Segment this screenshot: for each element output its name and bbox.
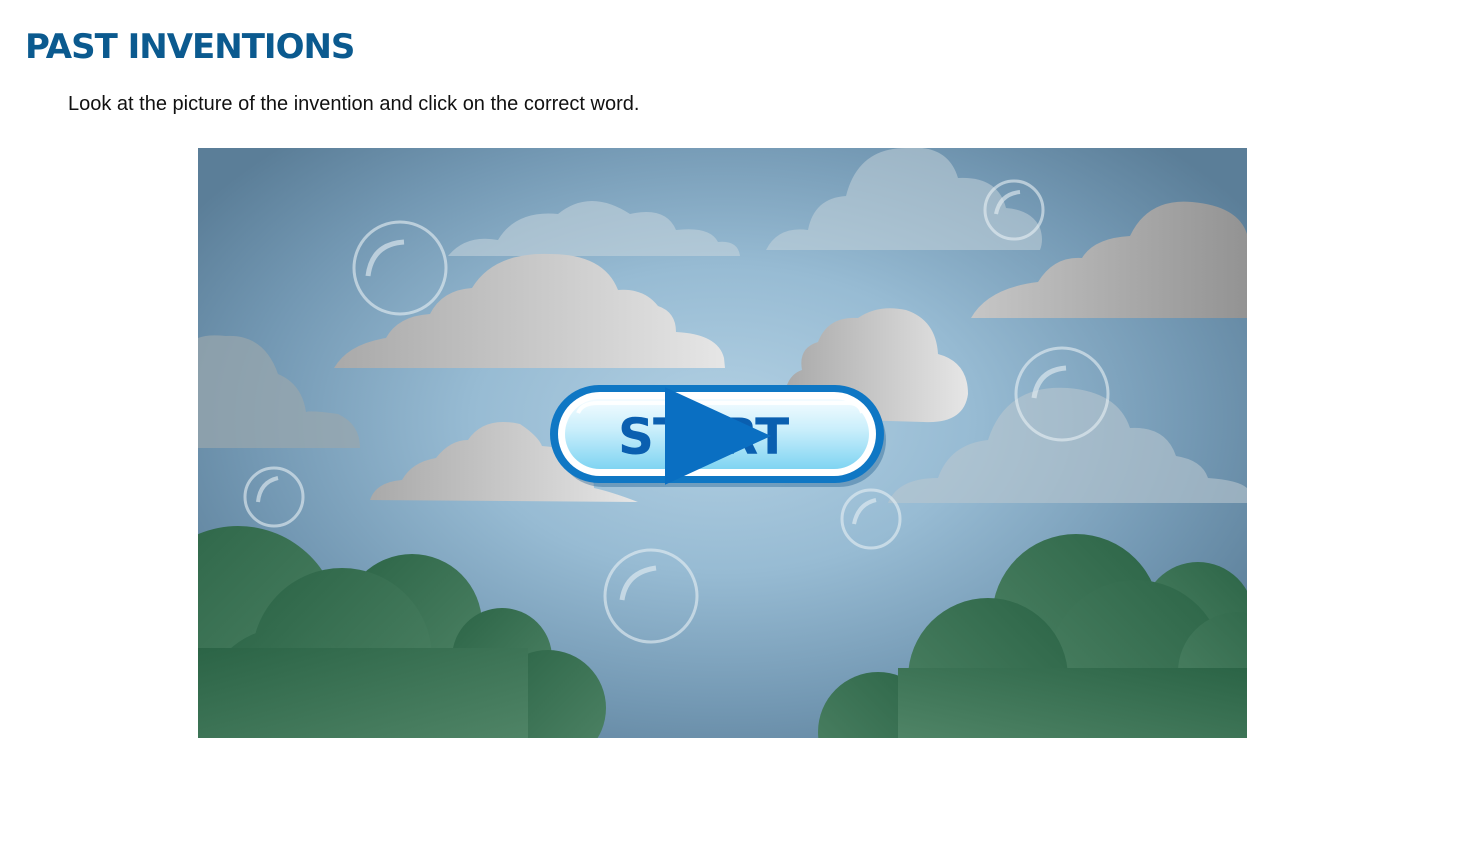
page-title: PAST INVENTIONS	[25, 27, 355, 67]
play-icon	[665, 387, 771, 485]
cloud-top-left	[448, 201, 740, 256]
trees-left	[198, 526, 606, 738]
game-stage: START	[198, 148, 1247, 738]
trees-right	[818, 534, 1247, 738]
instructions-text: Look at the picture of the invention and…	[68, 93, 640, 115]
start-button[interactable]: START	[548, 383, 888, 489]
cloud-left-edge	[198, 335, 360, 448]
cloud-center-large	[334, 253, 725, 368]
